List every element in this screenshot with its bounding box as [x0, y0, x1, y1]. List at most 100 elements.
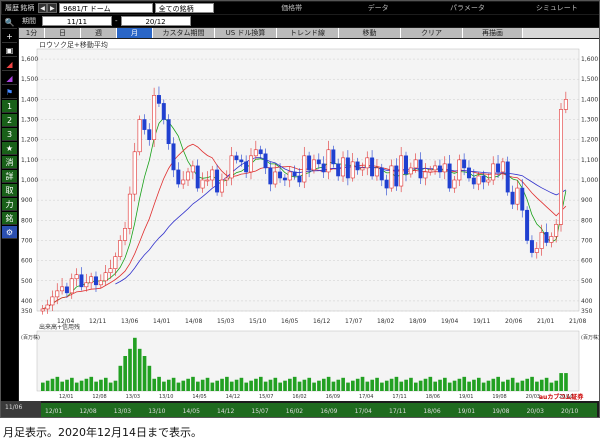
- volume-bar: [321, 378, 326, 391]
- volume-bar: [312, 382, 316, 391]
- tab-clear[interactable]: クリア: [401, 28, 463, 38]
- price-tick-right: 700: [581, 237, 593, 244]
- candle-body: [253, 149, 258, 157]
- flag-icon[interactable]: ⚑: [2, 86, 17, 99]
- tab-daily[interactable]: 日: [45, 28, 81, 38]
- volume-bar: [288, 378, 292, 391]
- candle-body: [345, 157, 350, 179]
- layout-1-button[interactable]: 1: [2, 100, 17, 113]
- x-tick-bottom: 13/03: [126, 394, 140, 400]
- period-to-input[interactable]: 20/12: [120, 16, 191, 26]
- period-from-input[interactable]: 11/11: [42, 16, 112, 26]
- top-toolbar: 履歴 銘柄 ◀ ▶ 9681/T ドーム 全ての銘柄 価格帯 データ パラメータ…: [2, 2, 599, 14]
- tab-weekly[interactable]: 週: [81, 28, 117, 38]
- x-tick-top: 17/07: [345, 318, 362, 325]
- volume-bar: [418, 380, 423, 391]
- candle-body: [404, 155, 408, 175]
- x-tick-top: 12/11: [89, 318, 106, 325]
- volume-bar: [438, 379, 442, 391]
- candle-body: [311, 159, 316, 171]
- trade-button[interactable]: 取: [2, 184, 17, 197]
- volume-bar: [263, 381, 268, 391]
- candle-body: [447, 163, 452, 189]
- candle-body: [210, 169, 215, 181]
- price-tick-left: 1,300: [21, 117, 38, 124]
- candle-body: [108, 268, 113, 274]
- volume-bar: [544, 377, 549, 391]
- layout-2-button[interactable]: 2: [2, 114, 17, 127]
- candle-body: [181, 179, 186, 185]
- period-label: 期間: [22, 17, 36, 25]
- candle-body: [321, 163, 326, 173]
- next-symbol-button[interactable]: ▶: [47, 3, 58, 13]
- candle-body: [563, 99, 568, 110]
- stock-button[interactable]: 銘: [2, 212, 17, 225]
- tab-trendline[interactable]: トレンド線: [277, 28, 339, 38]
- volume-bar: [375, 377, 379, 391]
- symbol-input[interactable]: 9681/T ドーム: [59, 3, 153, 13]
- tab-usd[interactable]: US ドル換算: [215, 28, 277, 38]
- volume-bar: [457, 378, 462, 391]
- detail-button[interactable]: 詳: [2, 170, 17, 183]
- price-tick-left: 1,100: [21, 157, 38, 164]
- input-button[interactable]: 力: [2, 198, 17, 211]
- tab-simulate[interactable]: シミュレート: [514, 3, 599, 13]
- tab-move[interactable]: 移動: [339, 28, 401, 38]
- candle-chart-icon[interactable]: ◢: [2, 58, 17, 71]
- price-tick-left: 900: [21, 197, 33, 204]
- footer-strip: 11/06 12/01 12/08 13/03 13/10 14/05 14/12 15/0…: [1, 401, 599, 417]
- candle-body: [161, 103, 166, 120]
- candle-body: [331, 149, 336, 165]
- x-tick-top: 21/01: [537, 318, 554, 325]
- tab-parameters[interactable]: パラメータ: [421, 3, 513, 13]
- candle-body: [515, 187, 520, 205]
- period-dash: -: [115, 17, 118, 25]
- volume-bar: [515, 382, 520, 391]
- price-tick-left: 1,200: [21, 137, 38, 144]
- price-tick-right: 350: [581, 308, 593, 315]
- history-label[interactable]: 履歴: [5, 3, 20, 13]
- candle-body: [292, 171, 297, 177]
- prev-symbol-button[interactable]: ◀: [37, 3, 48, 13]
- candle-body: [98, 280, 103, 286]
- x-tick-top: 19/04: [441, 318, 458, 325]
- tab-data[interactable]: データ: [335, 3, 421, 13]
- volume-bar: [103, 377, 108, 391]
- symbol-label[interactable]: 銘柄: [20, 3, 35, 13]
- tab-1min[interactable]: 1分: [19, 28, 45, 38]
- chart-area[interactable]: ロウソク足+移動平均 350 350 400 400 500 500 600 600 700 70…: [19, 39, 599, 401]
- candle-body: [142, 119, 147, 130]
- tab-redraw[interactable]: 再描画: [463, 28, 523, 38]
- volume-bar: [530, 376, 534, 391]
- volume-bar: [171, 377, 176, 391]
- gear-icon[interactable]: ⚙: [2, 226, 17, 239]
- line-chart-icon[interactable]: ◢: [2, 72, 17, 85]
- camera-icon[interactable]: ▣: [2, 44, 17, 57]
- tab-monthly[interactable]: 月: [117, 28, 153, 38]
- volume-bar: [476, 377, 481, 391]
- universe-select[interactable]: 全ての銘柄: [154, 3, 215, 13]
- volume-bar: [229, 381, 234, 391]
- x-tick-bottom: 15/07: [259, 394, 273, 400]
- volume-bar: [481, 382, 486, 391]
- x-tick-top: 16/05: [281, 318, 298, 325]
- x-tick-top: 19/11: [473, 318, 490, 325]
- volume-bar: [128, 348, 132, 391]
- candle-body: [374, 167, 379, 177]
- tab-custom-period[interactable]: カスタム期間: [153, 28, 215, 38]
- candle-body: [93, 276, 98, 286]
- volume-bar: [137, 348, 142, 391]
- layout-3-button[interactable]: 3: [2, 128, 17, 141]
- delete-button[interactable]: 消: [2, 156, 17, 169]
- star-icon[interactable]: ★: [2, 142, 17, 155]
- candle-body: [50, 296, 55, 306]
- candle-body: [350, 161, 355, 179]
- tab-price-band[interactable]: 価格帯: [248, 3, 334, 13]
- volume-bar: [133, 337, 137, 391]
- volume-bar: [94, 381, 98, 391]
- volume-bar: [273, 377, 278, 391]
- search-icon[interactable]: 🔍: [2, 16, 17, 29]
- volume-bar: [70, 377, 74, 391]
- crosshair-icon[interactable]: +: [2, 30, 17, 43]
- candle-body: [64, 286, 69, 294]
